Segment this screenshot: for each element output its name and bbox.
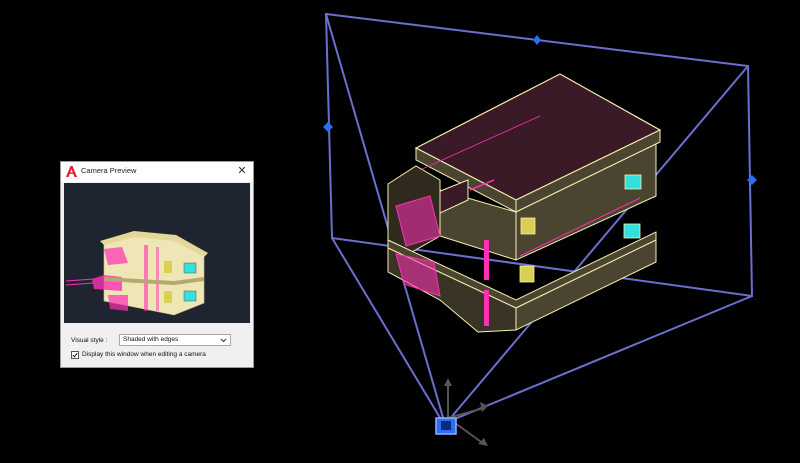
window-lower-1 — [623, 223, 641, 239]
visual-style-label: Visual style : — [71, 337, 108, 344]
window-upper-2 — [520, 217, 536, 235]
visual-style-select[interactable]: Shaded with edges — [119, 334, 231, 346]
camera-preview-image — [64, 183, 250, 323]
grip-top[interactable] — [533, 35, 541, 45]
autocad-logo-icon — [66, 166, 77, 177]
building-model[interactable] — [387, 73, 662, 333]
staircase-lower — [395, 253, 441, 297]
column-1 — [484, 240, 489, 280]
visual-style-value: Shaded with edges — [123, 336, 179, 343]
chevron-down-icon — [220, 338, 227, 343]
camera-preview-dialog: Camera Preview ✕ Visual style : Shaded w… — [60, 161, 254, 368]
close-icon[interactable]: ✕ — [234, 163, 250, 179]
display-window-checkbox[interactable] — [71, 351, 79, 359]
lower-right-wall — [515, 239, 657, 331]
dialog-titlebar[interactable]: Camera Preview ✕ — [61, 162, 253, 182]
grip-left[interactable] — [323, 122, 333, 132]
grip-right[interactable] — [747, 175, 757, 185]
dialog-title: Camera Preview — [81, 166, 137, 175]
column-2 — [484, 290, 489, 326]
window-upper-1 — [624, 174, 642, 190]
preview-building-drawing — [65, 231, 208, 316]
window-lower-2 — [519, 265, 535, 283]
display-window-checkbox-label[interactable]: Display this window when editing a camer… — [82, 351, 206, 358]
camera-icon[interactable] — [435, 378, 488, 446]
checkmark-icon — [72, 352, 78, 358]
